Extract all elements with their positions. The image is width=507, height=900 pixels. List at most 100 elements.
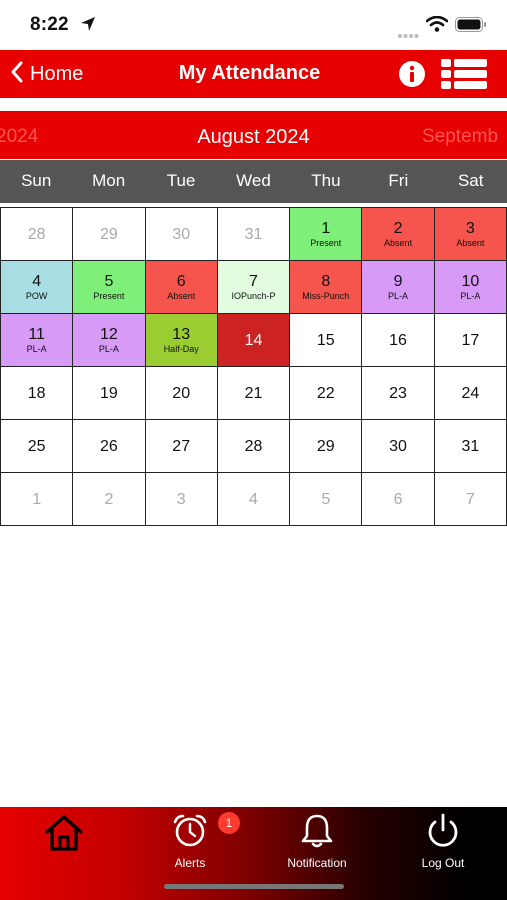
calendar-day-cell[interactable]: 27 <box>145 420 218 473</box>
calendar-day-cell[interactable]: 2 Absent <box>362 208 435 261</box>
page-title: My Attendance <box>178 62 321 84</box>
day-number: 24 <box>461 384 480 402</box>
calendar-day-cell[interactable]: 6 Absent <box>145 261 218 314</box>
calendar-day-cell[interactable]: 28 <box>217 420 291 473</box>
calendar-day-cell[interactable]: 22 <box>290 367 363 420</box>
calendar-day-cell[interactable]: 25 <box>1 420 74 473</box>
list-menu-icon[interactable] <box>441 59 487 94</box>
power-icon <box>423 813 463 854</box>
day-number: 29 <box>316 437 335 455</box>
attendance-status: PL-A <box>388 291 409 301</box>
calendar-day-cell-today[interactable]: 14 <box>217 314 291 367</box>
day-number: 8 <box>321 273 331 290</box>
tab-logout[interactable]: Log Out <box>388 813 498 870</box>
calendar-day-cell[interactable]: 31 <box>217 208 291 261</box>
calendar-day-cell[interactable]: 7 <box>434 473 507 526</box>
calendar-day-cell[interactable]: 12 PL-A <box>73 314 146 367</box>
calendar-day-cell[interactable]: 3 <box>145 473 218 526</box>
day-number: 4 <box>32 273 42 290</box>
attendance-status: Present <box>310 238 342 248</box>
day-number: 9 <box>393 273 403 290</box>
calendar-day-cell[interactable]: 1 Present <box>290 208 363 261</box>
calendar-day-cell[interactable]: 18 <box>1 367 74 420</box>
calendar-day-cell[interactable]: 5 Present <box>73 261 146 314</box>
attendance-status: POW <box>25 291 48 301</box>
calendar-day-cell[interactable]: 13 Half-Day <box>145 314 218 367</box>
next-month-label[interactable]: Septemb <box>422 126 498 148</box>
day-number: 26 <box>100 437 118 455</box>
weekday-label: Mon <box>92 171 126 190</box>
calendar-day-cell[interactable]: 4 POW <box>1 261 74 314</box>
wifi-icon <box>425 15 449 37</box>
tab-alerts-label: Alerts <box>174 856 206 870</box>
day-number: 7 <box>249 273 258 290</box>
day-number: 12 <box>100 326 118 343</box>
calendar-day-cell[interactable]: 26 <box>73 420 146 473</box>
calendar-day-cell[interactable]: 20 <box>145 367 218 420</box>
calendar-day-cell[interactable]: 31 <box>434 420 507 473</box>
calendar-day-cell[interactable]: 15 <box>290 314 363 367</box>
day-number: 17 <box>461 331 480 349</box>
calendar-day-cell[interactable]: 29 <box>73 208 146 261</box>
location-arrow-icon <box>80 16 96 37</box>
day-number: 16 <box>389 331 407 349</box>
calendar-day-cell[interactable]: 30 <box>362 420 435 473</box>
weekday-label: Fri <box>388 171 409 190</box>
day-number: 4 <box>249 490 258 508</box>
attendance-status: Absent <box>167 291 196 301</box>
day-number: 29 <box>100 225 118 243</box>
day-number: 25 <box>27 437 46 455</box>
calendar-day-cell[interactable]: 28 <box>1 208 74 261</box>
day-number: 22 <box>316 384 335 402</box>
day-number: 5 <box>321 490 331 508</box>
calendar-day-cell[interactable]: 8 Miss-Punch <box>290 261 363 314</box>
day-number: 19 <box>100 384 118 402</box>
calendar-day-cell[interactable]: 29 <box>290 420 363 473</box>
signal-dots-icon <box>397 26 419 44</box>
attendance-status: PL-A <box>26 344 47 354</box>
attendance-status: Absent <box>456 238 485 248</box>
day-number: 7 <box>465 490 475 508</box>
calendar-day-cell[interactable]: 21 <box>217 367 291 420</box>
calendar-day-cell[interactable]: 1 <box>1 473 74 526</box>
attendance-status: Absent <box>384 238 413 248</box>
alerts-badge: 1 <box>218 812 240 834</box>
weekday-label: Tue <box>166 171 196 190</box>
calendar-day-cell[interactable]: 4 <box>217 473 291 526</box>
month-selector[interactable]: 2024 August 2024 Septemb <box>0 111 507 159</box>
attendance-status: Half-Day <box>163 344 199 354</box>
calendar-day-cell[interactable]: 17 <box>434 314 507 367</box>
day-number: 1 <box>321 220 331 237</box>
calendar-day-cell[interactable]: 9 PL-A <box>362 261 435 314</box>
bell-icon <box>297 813 337 854</box>
day-number: 2 <box>393 220 403 237</box>
calendar-day-cell[interactable]: 19 <box>73 367 146 420</box>
tab-home[interactable] <box>9 813 119 858</box>
day-number: 23 <box>389 384 407 402</box>
calendar-day-cell[interactable]: 2 <box>73 473 146 526</box>
tab-notification[interactable]: Notification <box>262 813 372 870</box>
weekday-label: Thu <box>311 171 341 190</box>
calendar-day-cell[interactable]: 3 Absent <box>434 208 507 261</box>
day-number: 6 <box>176 273 186 290</box>
calendar-day-cell[interactable]: 24 <box>434 367 507 420</box>
calendar-day-cell[interactable]: 6 <box>362 473 435 526</box>
attendance-status: Present <box>93 291 125 301</box>
info-icon[interactable] <box>398 60 426 93</box>
calendar-day-cell[interactable]: 7 IOPunch-P <box>217 261 291 314</box>
calendar-day-cell[interactable]: 23 <box>362 367 435 420</box>
day-number: 31 <box>461 437 480 455</box>
calendar-day-cell[interactable]: 11 PL-A <box>1 314 74 367</box>
calendar-day-cell[interactable]: 30 <box>145 208 218 261</box>
day-number: 30 <box>389 437 407 455</box>
weekday-label: Sun <box>21 171 52 190</box>
calendar-day-cell[interactable]: 5 <box>290 473 363 526</box>
day-number: 3 <box>176 490 186 508</box>
day-number: 28 <box>244 437 263 455</box>
battery-icon <box>455 17 487 37</box>
day-number: 1 <box>32 490 42 508</box>
calendar-day-cell[interactable]: 10 PL-A <box>434 261 507 314</box>
calendar-day-cell[interactable]: 16 <box>362 314 435 367</box>
home-indicator <box>164 884 344 889</box>
day-number: 2 <box>104 490 114 508</box>
